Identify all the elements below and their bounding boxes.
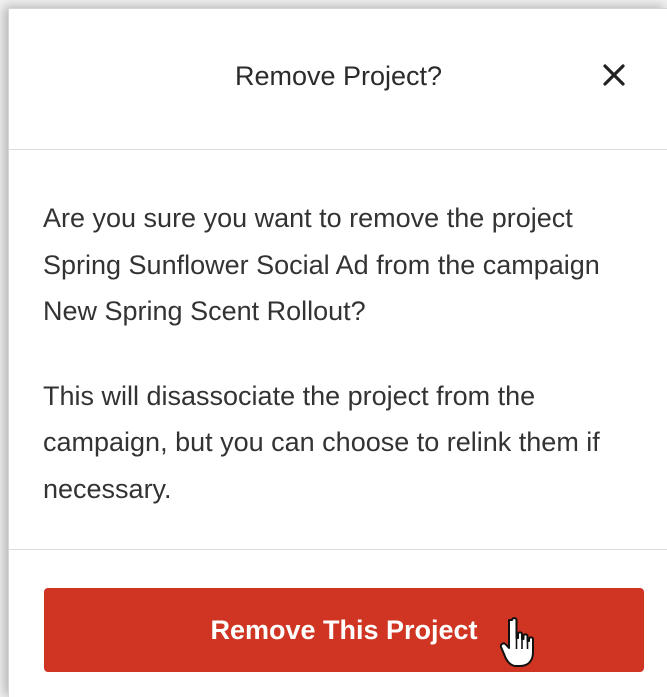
disassociation-message: This will disassociate the project from … xyxy=(43,380,600,504)
dialog-title: Remove Project? xyxy=(234,61,443,91)
close-icon xyxy=(603,64,625,86)
confirmation-message: Are you sure you want to remove the proj… xyxy=(43,203,600,326)
remove-this-project-button[interactable]: Remove This Project xyxy=(44,588,644,672)
page: Remove Project? Are you sure you want to… xyxy=(0,0,667,697)
close-button[interactable] xyxy=(598,59,630,91)
dialog-header: Remove Project? xyxy=(9,9,667,150)
dialog-body: Are you sure you want to remove the proj… xyxy=(43,195,643,512)
remove-project-dialog: Remove Project? Are you sure you want to… xyxy=(8,8,667,697)
